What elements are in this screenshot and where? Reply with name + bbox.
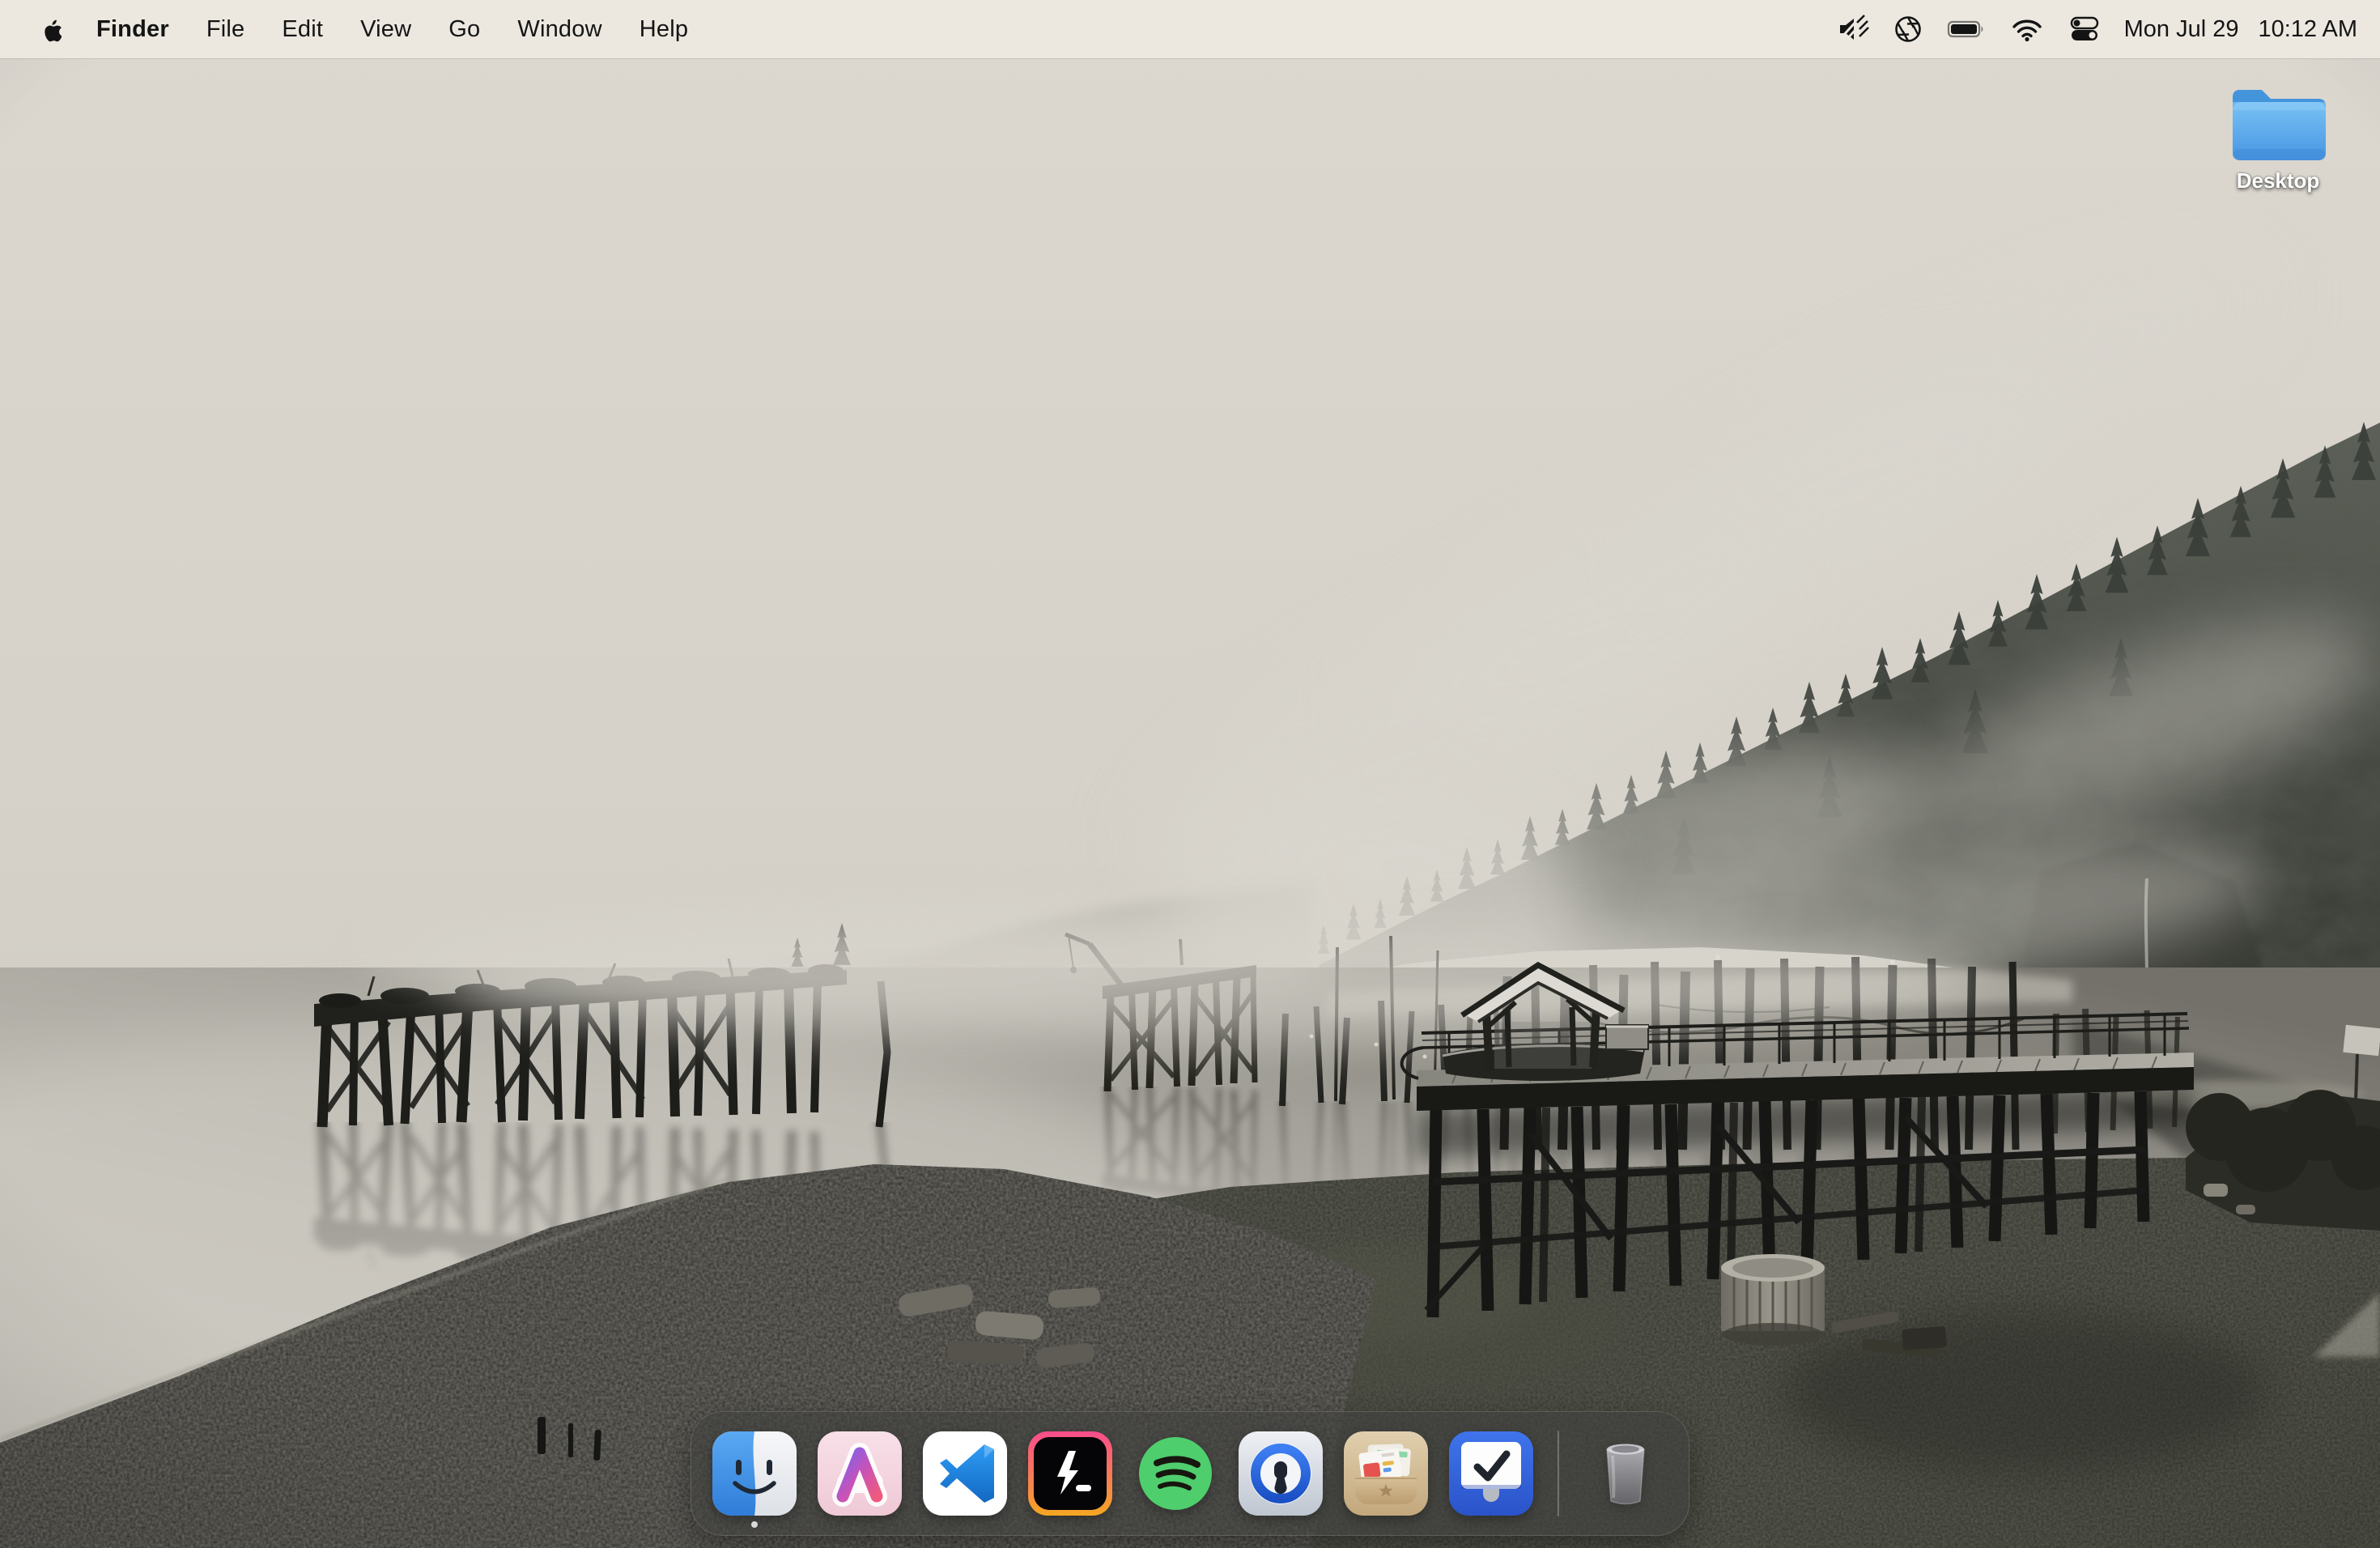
dock-separator: [1558, 1431, 1559, 1516]
dock-item-finder[interactable]: [712, 1431, 797, 1516]
things-app-icon: [1449, 1431, 1533, 1516]
apple-menu[interactable]: [31, 0, 71, 58]
dock: [691, 1411, 1689, 1536]
menu-help[interactable]: Help: [621, 0, 707, 58]
dock-item-spotify[interactable]: [1133, 1431, 1218, 1516]
menu-view[interactable]: View: [342, 0, 430, 58]
dock-item-things[interactable]: [1449, 1431, 1533, 1516]
macos-desktop: Finder File Edit View Go Window Help: [0, 0, 2380, 1548]
clock-time: 10:12 AM: [2258, 16, 2357, 43]
shutter-icon[interactable]: [1881, 0, 1935, 58]
dock-item-arc[interactable]: [818, 1431, 902, 1516]
folder-icon: [2228, 81, 2328, 164]
menu-bar: Finder File Edit View Go Window Help: [0, 0, 2380, 58]
dock-item-card-archive[interactable]: [1344, 1431, 1428, 1516]
spotify-app-icon: [1133, 1431, 1218, 1516]
menu-finder[interactable]: Finder: [78, 0, 188, 58]
menu-window[interactable]: Window: [499, 0, 620, 58]
warp-terminal-app-icon: [1028, 1431, 1112, 1516]
dock-item-warp[interactable]: [1028, 1431, 1112, 1516]
card-archive-app-icon: [1344, 1431, 1428, 1516]
control-center-icon[interactable]: [2056, 0, 2113, 58]
vscode-app-icon: [923, 1431, 1007, 1516]
battery-icon[interactable]: [1935, 0, 1998, 58]
1password-app-icon: [1239, 1431, 1323, 1516]
arc-browser-app-icon: [818, 1431, 902, 1516]
menu-bar-left: Finder File Edit View Go Window Help: [0, 0, 707, 58]
wifi-icon[interactable]: [1998, 0, 2056, 58]
apple-logo-icon: [40, 16, 62, 42]
menu-bar-status: Mon Jul 29 10:12 AM: [1823, 0, 2380, 58]
finder-app-icon: [712, 1431, 797, 1516]
desktop-folder[interactable]: Desktop: [2220, 81, 2336, 194]
desktop-wallpaper: [0, 0, 2380, 1548]
menu-file[interactable]: File: [188, 0, 264, 58]
menu-edit[interactable]: Edit: [263, 0, 342, 58]
dock-item-trash[interactable]: [1583, 1431, 1668, 1516]
running-indicator: [751, 1521, 758, 1528]
clock-date: Mon Jul 29: [2124, 16, 2239, 43]
menu-go[interactable]: Go: [430, 0, 499, 58]
trash-icon: [1583, 1431, 1668, 1516]
dock-item-vscode[interactable]: [923, 1431, 1007, 1516]
dock-item-1password[interactable]: [1239, 1431, 1323, 1516]
volume-muted-icon[interactable]: [1823, 0, 1881, 58]
desktop-folder-label: Desktop: [2237, 168, 2320, 194]
menu-clock[interactable]: Mon Jul 29 10:12 AM: [2124, 16, 2357, 43]
